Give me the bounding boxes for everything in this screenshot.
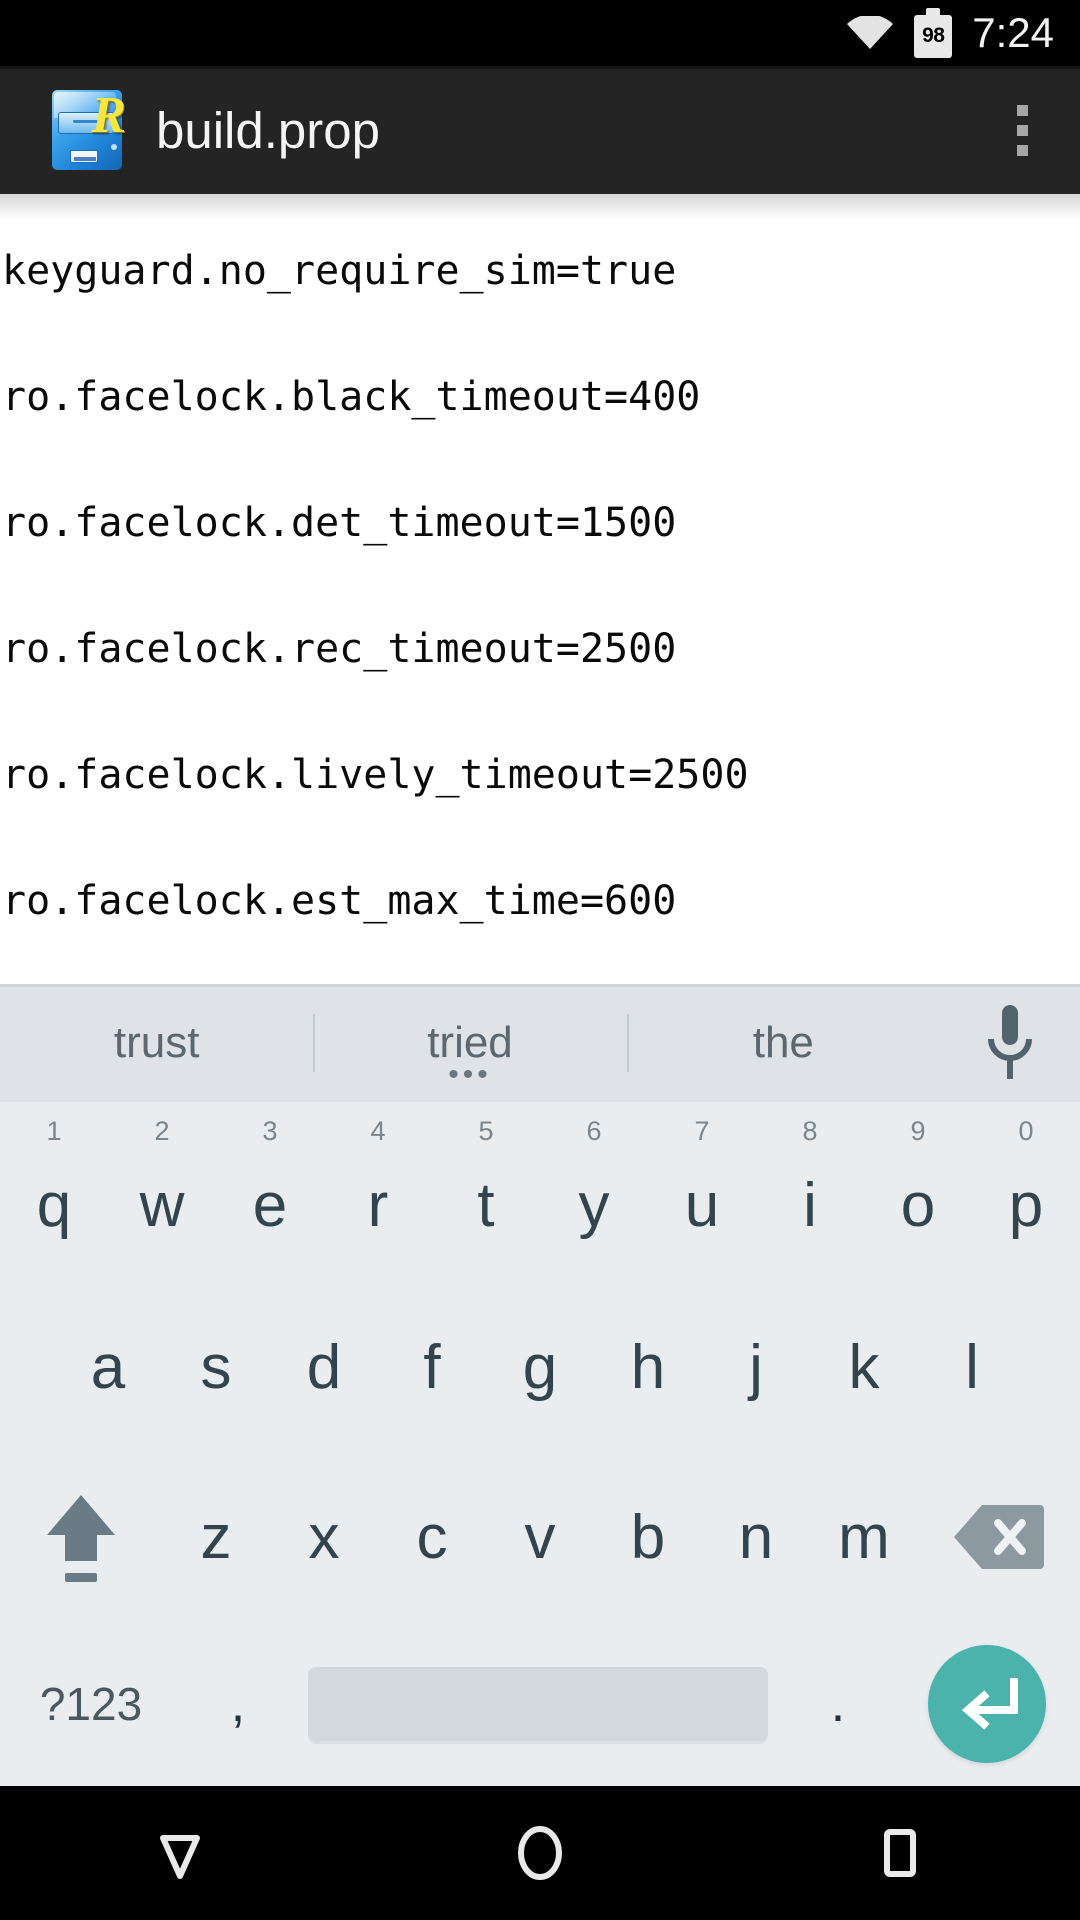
key-label: q: [36, 1170, 72, 1240]
key-l[interactable]: l: [918, 1282, 1026, 1452]
root-explorer-icon: R: [48, 88, 126, 172]
key-u[interactable]: 7u: [648, 1102, 756, 1282]
nav-back-icon[interactable]: [105, 1786, 255, 1920]
key-number: 2: [154, 1116, 170, 1146]
key-label: p: [1008, 1170, 1044, 1240]
android-screen: 98 7:24 R build.prop keyguard.no_require…: [0, 0, 1080, 1920]
key-y[interactable]: 6y: [540, 1102, 648, 1282]
battery-level: 98: [922, 24, 945, 47]
nav-home-icon[interactable]: [465, 1786, 615, 1920]
spacebar-surface: [308, 1667, 768, 1741]
key-n[interactable]: n: [702, 1452, 810, 1622]
key-number: 8: [802, 1116, 818, 1146]
code-line: ro.facelock.est_max_time=600: [2, 878, 677, 924]
microphone-icon[interactable]: [940, 1001, 1080, 1085]
key-label: w: [139, 1170, 185, 1240]
code-line: ro.facelock.lively_timeout=2500: [2, 752, 749, 798]
key-h[interactable]: h: [594, 1282, 702, 1452]
key-number: 3: [262, 1116, 278, 1146]
key-number: 9: [910, 1116, 926, 1146]
battery-icon: 98: [914, 8, 953, 58]
key-label: o: [900, 1170, 936, 1240]
keyboard-row-3: z x c v b n m: [0, 1452, 1080, 1622]
keyboard-row-1: 1q 2w 3e 4r 5t 6y 7u 8i 9o 0p: [0, 1102, 1080, 1282]
space-key[interactable]: [294, 1622, 782, 1786]
text-editor[interactable]: keyguard.no_require_sim=true ro.facelock…: [0, 194, 1080, 984]
key-c[interactable]: c: [378, 1452, 486, 1622]
key-label: r: [367, 1170, 389, 1240]
key-r[interactable]: 4r: [324, 1102, 432, 1282]
key-k[interactable]: k: [810, 1282, 918, 1452]
key-label: i: [803, 1170, 817, 1240]
backspace-key-icon[interactable]: [918, 1452, 1080, 1622]
suggestion-label: the: [752, 1018, 814, 1067]
suggestion-item[interactable]: trust: [0, 1018, 313, 1068]
app-bar: R build.prop: [0, 66, 1080, 194]
suggestion-item[interactable]: tried •••: [313, 1018, 626, 1090]
key-d[interactable]: d: [270, 1282, 378, 1452]
code-line: ro.facelock.black_timeout=400: [2, 374, 701, 420]
key-j[interactable]: j: [702, 1282, 810, 1452]
period-key[interactable]: .: [782, 1622, 894, 1786]
soft-keyboard: 1q 2w 3e 4r 5t 6y 7u 8i 9o 0p a s d f g …: [0, 1102, 1080, 1786]
suggestion-item[interactable]: the: [627, 1018, 940, 1068]
key-number: 4: [370, 1116, 386, 1146]
key-z[interactable]: z: [162, 1452, 270, 1622]
status-bar: 98 7:24: [0, 0, 1080, 66]
code-line: ro.facelock.rec_timeout=2500: [2, 626, 677, 672]
key-e[interactable]: 3e: [216, 1102, 324, 1282]
key-v[interactable]: v: [486, 1452, 594, 1622]
key-i[interactable]: 8i: [756, 1102, 864, 1282]
key-s[interactable]: s: [162, 1282, 270, 1452]
key-label: u: [684, 1170, 720, 1240]
key-label: t: [477, 1170, 495, 1240]
keyboard-row-2: a s d f g h j k l: [0, 1282, 1080, 1452]
code-line: ro.facelock.det_timeout=1500: [2, 500, 677, 546]
key-number: 0: [1018, 1116, 1034, 1146]
enter-key-icon[interactable]: [894, 1622, 1080, 1786]
editor-content[interactable]: keyguard.no_require_sim=true ro.facelock…: [0, 194, 1080, 984]
keyboard-row-4: ?123 , .: [0, 1622, 1080, 1786]
key-f[interactable]: f: [378, 1282, 486, 1452]
suggestion-strip: trust tried ••• the: [0, 984, 1080, 1102]
more-suggestions-icon[interactable]: •••: [448, 1060, 492, 1090]
key-number: 6: [586, 1116, 602, 1146]
key-number: 7: [694, 1116, 710, 1146]
comma-key[interactable]: ,: [182, 1622, 294, 1786]
key-q[interactable]: 1q: [0, 1102, 108, 1282]
navigation-bar: [0, 1786, 1080, 1920]
key-number: 1: [46, 1116, 62, 1146]
key-b[interactable]: b: [594, 1452, 702, 1622]
status-clock: 7:24: [972, 9, 1054, 56]
suggestion-label: trust: [113, 1018, 200, 1067]
key-number: 5: [478, 1116, 494, 1146]
symbols-key[interactable]: ?123: [0, 1622, 182, 1786]
nav-recents-icon[interactable]: [825, 1786, 975, 1920]
overflow-menu-icon[interactable]: [990, 80, 1054, 180]
key-w[interactable]: 2w: [108, 1102, 216, 1282]
key-o[interactable]: 9o: [864, 1102, 972, 1282]
shift-key-icon[interactable]: [0, 1452, 162, 1622]
key-label: e: [252, 1170, 288, 1240]
wifi-icon: [846, 16, 894, 50]
key-t[interactable]: 5t: [432, 1102, 540, 1282]
key-m[interactable]: m: [810, 1452, 918, 1622]
key-label: y: [578, 1170, 610, 1240]
key-x[interactable]: x: [270, 1452, 378, 1622]
key-p[interactable]: 0p: [972, 1102, 1080, 1282]
page-title: build.prop: [156, 101, 380, 159]
key-g[interactable]: g: [486, 1282, 594, 1452]
code-line: keyguard.no_require_sim=true: [2, 248, 677, 294]
key-a[interactable]: a: [54, 1282, 162, 1452]
